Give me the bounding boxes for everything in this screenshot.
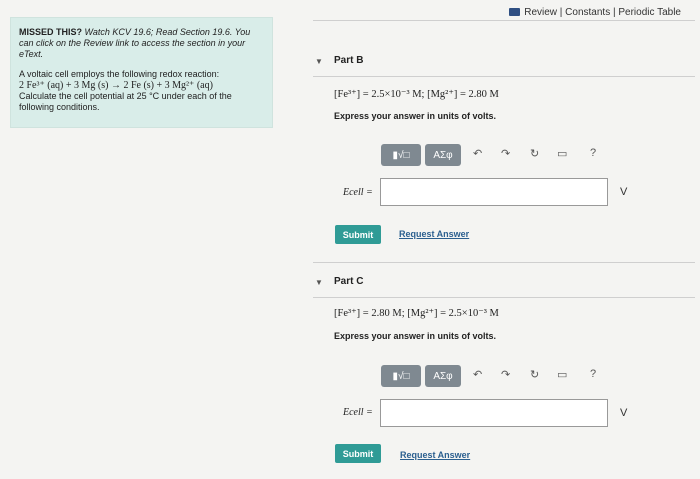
- missed-this: MISSED THIS?: [19, 27, 83, 37]
- part-c-label[interactable]: Part C: [334, 276, 363, 287]
- page: Review | Constants | Periodic Table MISS…: [0, 0, 700, 479]
- symbols-button[interactable]: AΣφ: [425, 144, 461, 166]
- part-b-instruction: Express your answer in units of volts.: [334, 111, 497, 121]
- templates-button[interactable]: ▮√□: [381, 144, 421, 166]
- part-c-request-answer[interactable]: Request Answer: [400, 450, 470, 460]
- part-b-unit: V: [620, 186, 628, 198]
- redox-equation: 2 Fe³⁺ (aq) + 3 Mg (s) → 2 Fe (s) + 3 Mg…: [19, 80, 213, 91]
- intro-line1: A voltaic cell employs the following red…: [19, 69, 220, 79]
- part-c-toolbar: ▮√□ AΣφ ↶ ↷ ↻ ▭ ?: [381, 365, 611, 389]
- part-b-request-answer[interactable]: Request Answer: [399, 229, 469, 239]
- divider-top: [313, 20, 695, 21]
- reset-icon[interactable]: ↻: [530, 147, 539, 160]
- part-c-unit: V: [620, 407, 628, 419]
- part-c-ecell-label: Ecell =: [343, 407, 373, 418]
- header-links[interactable]: Review | Constants | Periodic Table: [509, 7, 681, 18]
- help-icon[interactable]: ?: [590, 147, 596, 159]
- redo-icon-c[interactable]: ↷: [501, 368, 510, 381]
- keyboard-icon[interactable]: ▭: [557, 147, 567, 160]
- book-icon: [509, 8, 521, 16]
- intro-body: A voltaic cell employs the following red…: [19, 69, 269, 113]
- top-bar: Review | Constants | Periodic Table: [320, 2, 695, 21]
- reset-icon-c[interactable]: ↻: [530, 368, 539, 381]
- divider-c-top: [313, 262, 695, 263]
- header-links-text[interactable]: Review | Constants | Periodic Table: [524, 7, 681, 18]
- part-c-collapse-icon[interactable]: ▼: [315, 278, 323, 287]
- divider-b: [313, 76, 695, 77]
- undo-icon-c[interactable]: ↶: [473, 368, 482, 381]
- intro-line3: Calculate the cell potential at 25 °C un…: [19, 91, 232, 112]
- divider-c: [313, 297, 695, 298]
- part-b-answer-input[interactable]: [380, 178, 608, 206]
- part-b-toolbar: ▮√□ AΣφ ↶ ↷ ↻ ▭ ?: [381, 144, 611, 168]
- part-b-submit-button[interactable]: Submit: [335, 225, 381, 244]
- intro-panel: MISSED THIS? Watch KCV 19.6; Read Sectio…: [10, 17, 273, 128]
- help-icon-c[interactable]: ?: [590, 368, 596, 380]
- part-b-label[interactable]: Part B: [334, 55, 363, 66]
- part-b-conditions: [Fe³⁺] = 2.5×10⁻³ M; [Mg²⁺] = 2.80 M: [334, 89, 499, 100]
- part-b-ecell-label: Ecell =: [343, 187, 373, 198]
- part-c-answer-input[interactable]: [380, 399, 608, 427]
- templates-button-c[interactable]: ▮√□: [381, 365, 421, 387]
- redo-icon[interactable]: ↷: [501, 147, 510, 160]
- symbols-button-c[interactable]: AΣφ: [425, 365, 461, 387]
- part-c-conditions: [Fe³⁺] = 2.80 M; [Mg²⁺] = 2.5×10⁻³ M: [334, 308, 499, 319]
- part-c-submit-button[interactable]: Submit: [335, 444, 381, 463]
- keyboard-icon-c[interactable]: ▭: [557, 368, 567, 381]
- undo-icon[interactable]: ↶: [473, 147, 482, 160]
- intro-title: MISSED THIS? Watch KCV 19.6; Read Sectio…: [19, 27, 267, 60]
- part-c-instruction: Express your answer in units of volts.: [334, 331, 497, 341]
- part-b-collapse-icon[interactable]: ▼: [315, 57, 323, 66]
